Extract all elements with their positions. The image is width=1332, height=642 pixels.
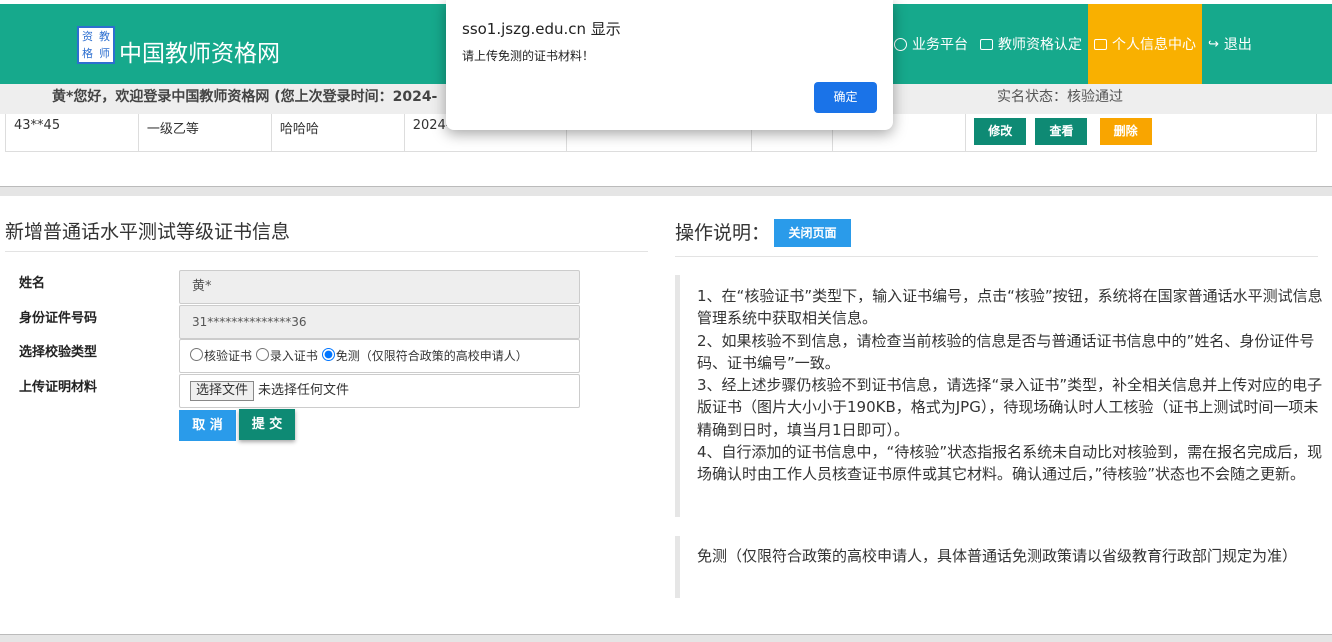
- monitor-icon: [1094, 38, 1107, 50]
- section-divider: [0, 186, 1332, 196]
- exemption-note: 免测（仅限符合政策的高校申请人，具体普通话免测政策请以省级教育行政部门规定为准）: [675, 536, 1323, 598]
- actions-cell: 修改 查看 删除: [966, 114, 1316, 151]
- form-title: 新增普通话水平测试等级证书信息: [5, 221, 291, 243]
- radio-exempt[interactable]: 免测（仅限符合政策的高校申请人）: [321, 348, 528, 363]
- close-page-button[interactable]: 关闭页面: [774, 219, 851, 247]
- nav-label: 业务平台: [912, 37, 968, 53]
- name-field: 黄*: [179, 270, 580, 304]
- dialog-ok-button[interactable]: 确定: [814, 82, 877, 113]
- delete-button[interactable]: 删除: [1099, 118, 1152, 145]
- nav-personal-center[interactable]: 个人信息中心: [1088, 4, 1202, 84]
- check-type-label: 选择校验类型: [19, 345, 98, 360]
- form-divider: [5, 251, 648, 252]
- radio-enter-cert[interactable]: 录入证书: [255, 348, 318, 363]
- dialog-message: 请上传免测的证书材料！: [462, 49, 595, 63]
- logo-char: 教: [99, 30, 110, 43]
- submit-button[interactable]: 提 交: [239, 409, 295, 440]
- upload-field: 选择文件 未选择任何文件: [179, 374, 580, 408]
- choose-file-button[interactable]: 选择文件: [190, 381, 255, 401]
- dialog-title: sso1.jszg.edu.cn 显示: [462, 20, 621, 38]
- logout-icon: ↪: [1208, 36, 1219, 52]
- ops-title: 操作说明：: [675, 222, 771, 244]
- nav-label: 教师资格认定: [998, 37, 1082, 53]
- logo-char: 师: [99, 47, 110, 60]
- nav-logout[interactable]: ↪ 退出: [1202, 4, 1258, 84]
- id-number-field: 31**************36: [179, 305, 580, 339]
- radio-label: 录入证书: [269, 349, 318, 363]
- nav-label: 退出: [1223, 37, 1252, 53]
- nav-teacher-certification[interactable]: 教师资格认定: [974, 4, 1088, 84]
- realname-status: 实名状态：核验通过: [997, 89, 1123, 105]
- check-type-radio-group: 核验证书 录入证书 免测（仅限符合政策的高校申请人）: [179, 339, 580, 373]
- nav-label: 个人信息中心: [1112, 37, 1196, 53]
- dashboard-icon: [894, 37, 907, 51]
- top-nav: 业务平台 教师资格认定 个人信息中心 ↪ 退出: [888, 4, 1258, 84]
- bottom-divider: [0, 634, 1332, 642]
- id-label: 身份证件号码: [19, 311, 98, 326]
- radio-label: 核验证书: [204, 349, 253, 363]
- logo-char: 格: [82, 47, 93, 60]
- name-cell: 哈哈哈: [272, 114, 405, 151]
- ops-divider: [675, 256, 1318, 257]
- file-status: 未选择任何文件: [258, 383, 350, 398]
- upload-label: 上传证明材料: [19, 380, 98, 395]
- edit-button[interactable]: 修改: [974, 118, 1027, 145]
- name-label: 姓名: [19, 276, 46, 291]
- radio-label: 免测（仅限符合政策的高校申请人）: [335, 349, 528, 363]
- view-button[interactable]: 查看: [1035, 118, 1088, 145]
- level-cell: 一级乙等: [139, 114, 272, 151]
- logo-char: 资: [82, 30, 93, 43]
- cert-no-cell: 43**45: [6, 114, 139, 151]
- site-logo[interactable]: 资 教 格 师: [77, 26, 115, 64]
- welcome-text: 黄*您好，欢迎登录中国教师资格网 (您上次登录时间：2024-: [52, 89, 438, 105]
- cancel-button[interactable]: 取 消: [179, 410, 236, 441]
- radio-verify-cert[interactable]: 核验证书: [190, 348, 253, 363]
- nav-business-platform[interactable]: 业务平台: [888, 4, 974, 84]
- instructions-note: 1、在“核验证书”类型下，输入证书编号，点击“核验”按钮，系统将在国家普通话水平…: [675, 275, 1323, 517]
- site-title: 中国教师资格网: [119, 41, 280, 67]
- monitor-icon: [980, 38, 993, 50]
- alert-dialog: sso1.jszg.edu.cn 显示 请上传免测的证书材料！ 确定: [446, 0, 893, 130]
